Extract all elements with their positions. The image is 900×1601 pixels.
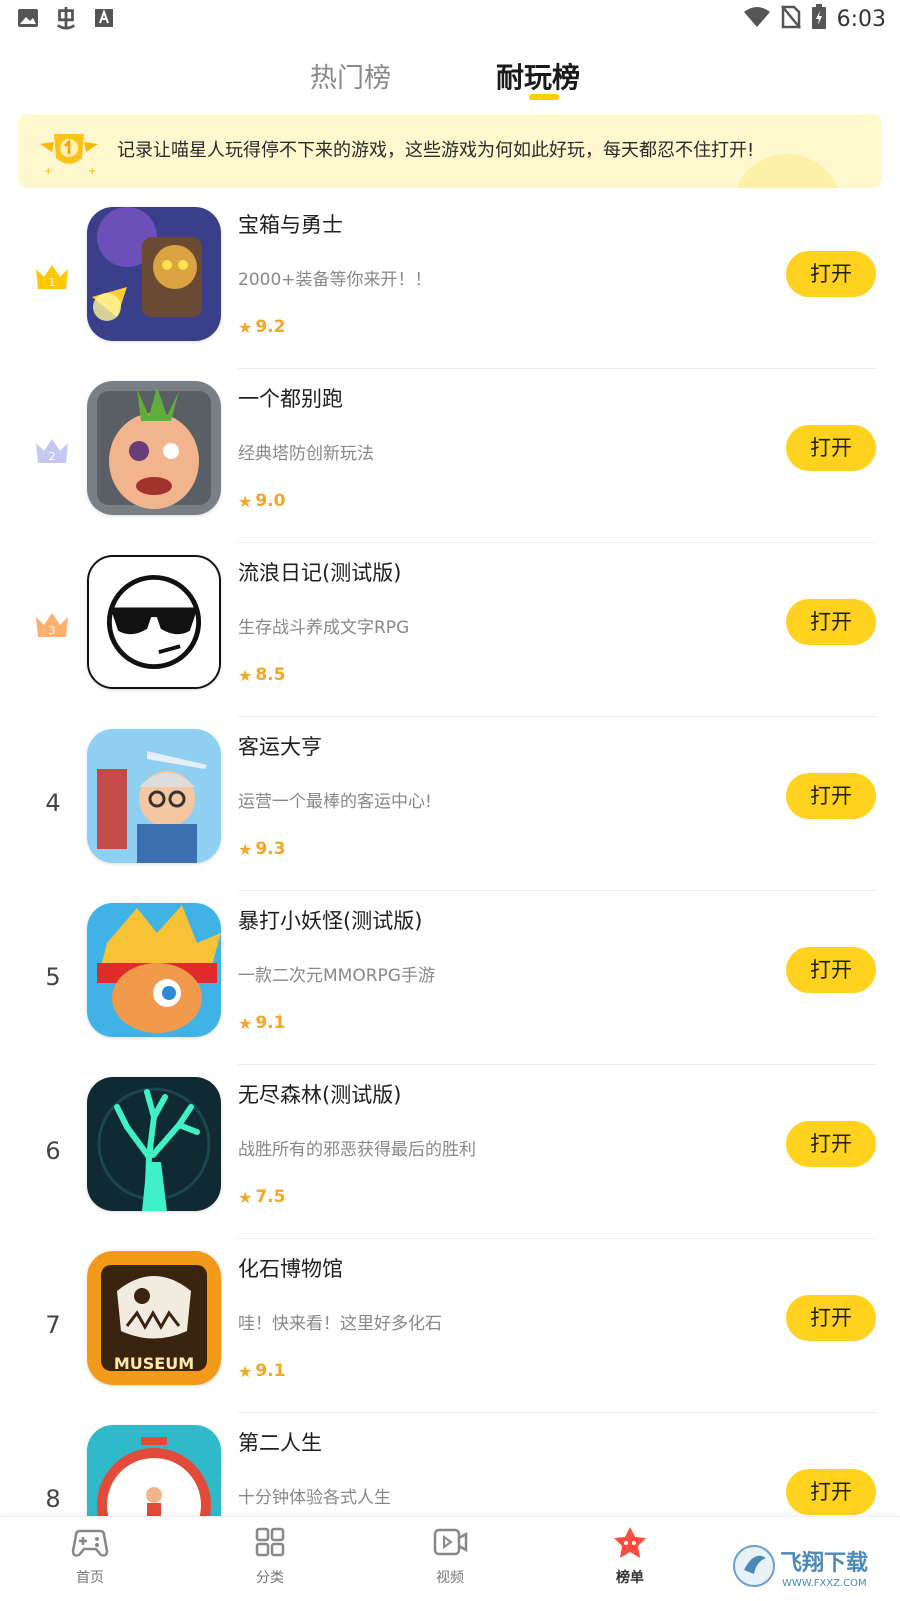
app-icon[interactable]: MUSEUM (87, 1251, 221, 1385)
app-description: 运营一个最棒的客运中心! (238, 792, 432, 812)
star-icon: ★ (238, 839, 253, 859)
star-icon: ★ (238, 665, 253, 685)
list-item[interactable]: 4 客运大亨 运营一个最棒的客运中心! ★ 9.3 打开 (0, 717, 900, 891)
no-sim-icon (780, 5, 801, 33)
list-item[interactable]: 2 一个都别跑 经典塔防创新玩法 ★ 9.0 打开 (0, 369, 900, 543)
banner-text: 记录让喵星人玩得停不下来的游戏，这些游戏为何如此好玩，每天都忍不住打开! (117, 140, 755, 161)
app-icon[interactable] (87, 903, 221, 1037)
rank-number: 4 (45, 789, 61, 817)
nav-label: 视频 (436, 1570, 464, 1586)
image-icon (16, 6, 40, 30)
open-button[interactable]: 打开 (786, 773, 876, 819)
app-description: 2000+装备等你来开！！ (238, 270, 432, 290)
open-button[interactable]: 打开 (786, 425, 876, 471)
star-icon: ★ (238, 317, 253, 337)
rank-number: 5 (45, 963, 61, 991)
app-icon[interactable] (87, 1077, 221, 1211)
tab-playable[interactable]: 耐玩榜 (496, 56, 580, 96)
svg-text:+: + (44, 166, 52, 177)
rank-number: 7 (45, 1311, 61, 1339)
star-icon: ★ (238, 1361, 253, 1381)
star-icon: ★ (238, 1187, 253, 1207)
svg-text:+: + (88, 166, 96, 177)
app-title: 一个都别跑 (238, 387, 343, 411)
app-description: 经典塔防创新玩法 (238, 444, 374, 464)
rank-number: 1 (49, 276, 56, 289)
open-button[interactable]: 打开 (786, 1295, 876, 1341)
watermark-logo: 飞翔下载 WWW.FXXZ.COM (732, 1540, 892, 1592)
bug-icon (54, 6, 78, 30)
nav-item-video[interactable]: 视频 (410, 1525, 490, 1587)
app-title: 流浪日记(测试版) (238, 561, 402, 585)
list-item[interactable]: 1 宝箱与勇士 2000+装备等你来开！！ ★ 9.2 打开 (0, 195, 900, 369)
rank-number: 6 (45, 1137, 61, 1165)
watermark-text: 飞翔下载 (780, 1550, 868, 1576)
list-item[interactable]: 6 无尽森林(测试版) 战胜所有的邪恶获得最后的胜利 ★ 7.5 打开 (0, 1065, 900, 1239)
app-rating: ★ 9.3 (238, 839, 286, 859)
app-icon[interactable] (87, 555, 221, 689)
app-description: 一款二次元MMORPG手游 (238, 966, 435, 986)
open-button[interactable]: 打开 (786, 947, 876, 993)
gamepad-icon (71, 1529, 109, 1557)
app-rating: ★ 9.1 (238, 1013, 286, 1033)
list-item[interactable]: 3 流浪日记(测试版) 生存战斗养成文字RPG ★ 8.5 打开 (0, 543, 900, 717)
status-right-icons: 6:03 (743, 4, 886, 34)
open-button[interactable]: 打开 (786, 1469, 876, 1515)
wifi-icon (743, 6, 771, 32)
open-button[interactable]: 打开 (786, 599, 876, 645)
active-tab-indicator (529, 94, 559, 100)
app-ranking-list: 1 宝箱与勇士 2000+装备等你来开！！ ★ 9.2 打开 2 一个都别跑 经… (0, 195, 900, 1587)
open-button[interactable]: 打开 (786, 1121, 876, 1167)
font-a-icon (92, 6, 116, 30)
nav-label: 首页 (76, 1570, 104, 1586)
star-icon: ★ (238, 491, 253, 511)
status-bar: 6:03 (0, 0, 900, 36)
nav-item-home[interactable]: 首页 (50, 1525, 130, 1587)
video-icon (433, 1528, 468, 1556)
grid-icon (255, 1527, 285, 1557)
app-title: 宝箱与勇士 (238, 213, 343, 237)
app-title: 无尽森林(测试版) (238, 1083, 402, 1107)
app-rating: ★ 7.5 (238, 1187, 286, 1207)
gold-crown-icon: 1 (36, 265, 68, 289)
bronze-crown-icon: 3 (36, 613, 68, 637)
app-title: 化石博物馆 (238, 1257, 343, 1281)
app-rating: ★ 9.1 (238, 1361, 286, 1381)
ranking-banner: + + 记录让喵星人玩得停不下来的游戏，这些游戏为何如此好玩，每天都忍不住打开! (18, 114, 882, 188)
app-rating: ★ 9.2 (238, 317, 286, 337)
app-rating: ★ 9.0 (238, 491, 286, 511)
app-rating: ★ 8.5 (238, 665, 286, 685)
nav-item-category[interactable]: 分类 (230, 1525, 310, 1587)
app-description: 十分钟体验各式人生 (238, 1488, 391, 1508)
app-icon[interactable] (87, 207, 221, 341)
app-description: 战胜所有的邪恶获得最后的胜利 (238, 1140, 476, 1160)
rank-number: 8 (45, 1485, 61, 1513)
watermark-url: WWW.FXXZ.COM (782, 1578, 867, 1589)
star-icon (614, 1527, 646, 1558)
battery-icon (811, 4, 827, 34)
silver-crown-icon: 2 (36, 439, 68, 463)
app-description: 生存战斗养成文字RPG (238, 618, 410, 638)
app-title: 第二人生 (238, 1431, 322, 1455)
app-icon[interactable] (87, 729, 221, 863)
svg-text:MUSEUM: MUSEUM (114, 1354, 194, 1373)
app-icon[interactable] (87, 381, 221, 515)
nav-label: 分类 (256, 1570, 284, 1586)
rank-number: 3 (49, 624, 56, 637)
list-item[interactable]: 5 暴打小妖怪(测试版) 一款二次元MMORPG手游 ★ 9.1 打开 (0, 891, 900, 1065)
star-icon: ★ (238, 1013, 253, 1033)
list-item[interactable]: 7 MUSEUM 化石博物馆 哇！快来看！这里好多化石 ★ 9.1 打开 (0, 1239, 900, 1413)
open-button[interactable]: 打开 (786, 251, 876, 297)
app-title: 暴打小妖怪(测试版) (238, 909, 423, 933)
nav-item-ranking[interactable]: 榜单 (590, 1525, 670, 1587)
rank-number: 2 (49, 450, 56, 463)
ranking-tabs: 热门榜 耐玩榜 (0, 50, 900, 106)
nav-label: 榜单 (616, 1570, 644, 1586)
status-time: 6:03 (836, 6, 886, 32)
app-title: 客运大亨 (238, 735, 322, 759)
tab-hot[interactable]: 热门榜 (310, 56, 391, 95)
trophy-badge-icon: + + (40, 134, 98, 177)
status-left-icons (16, 6, 116, 30)
app-description: 哇！快来看！这里好多化石 (238, 1314, 442, 1334)
